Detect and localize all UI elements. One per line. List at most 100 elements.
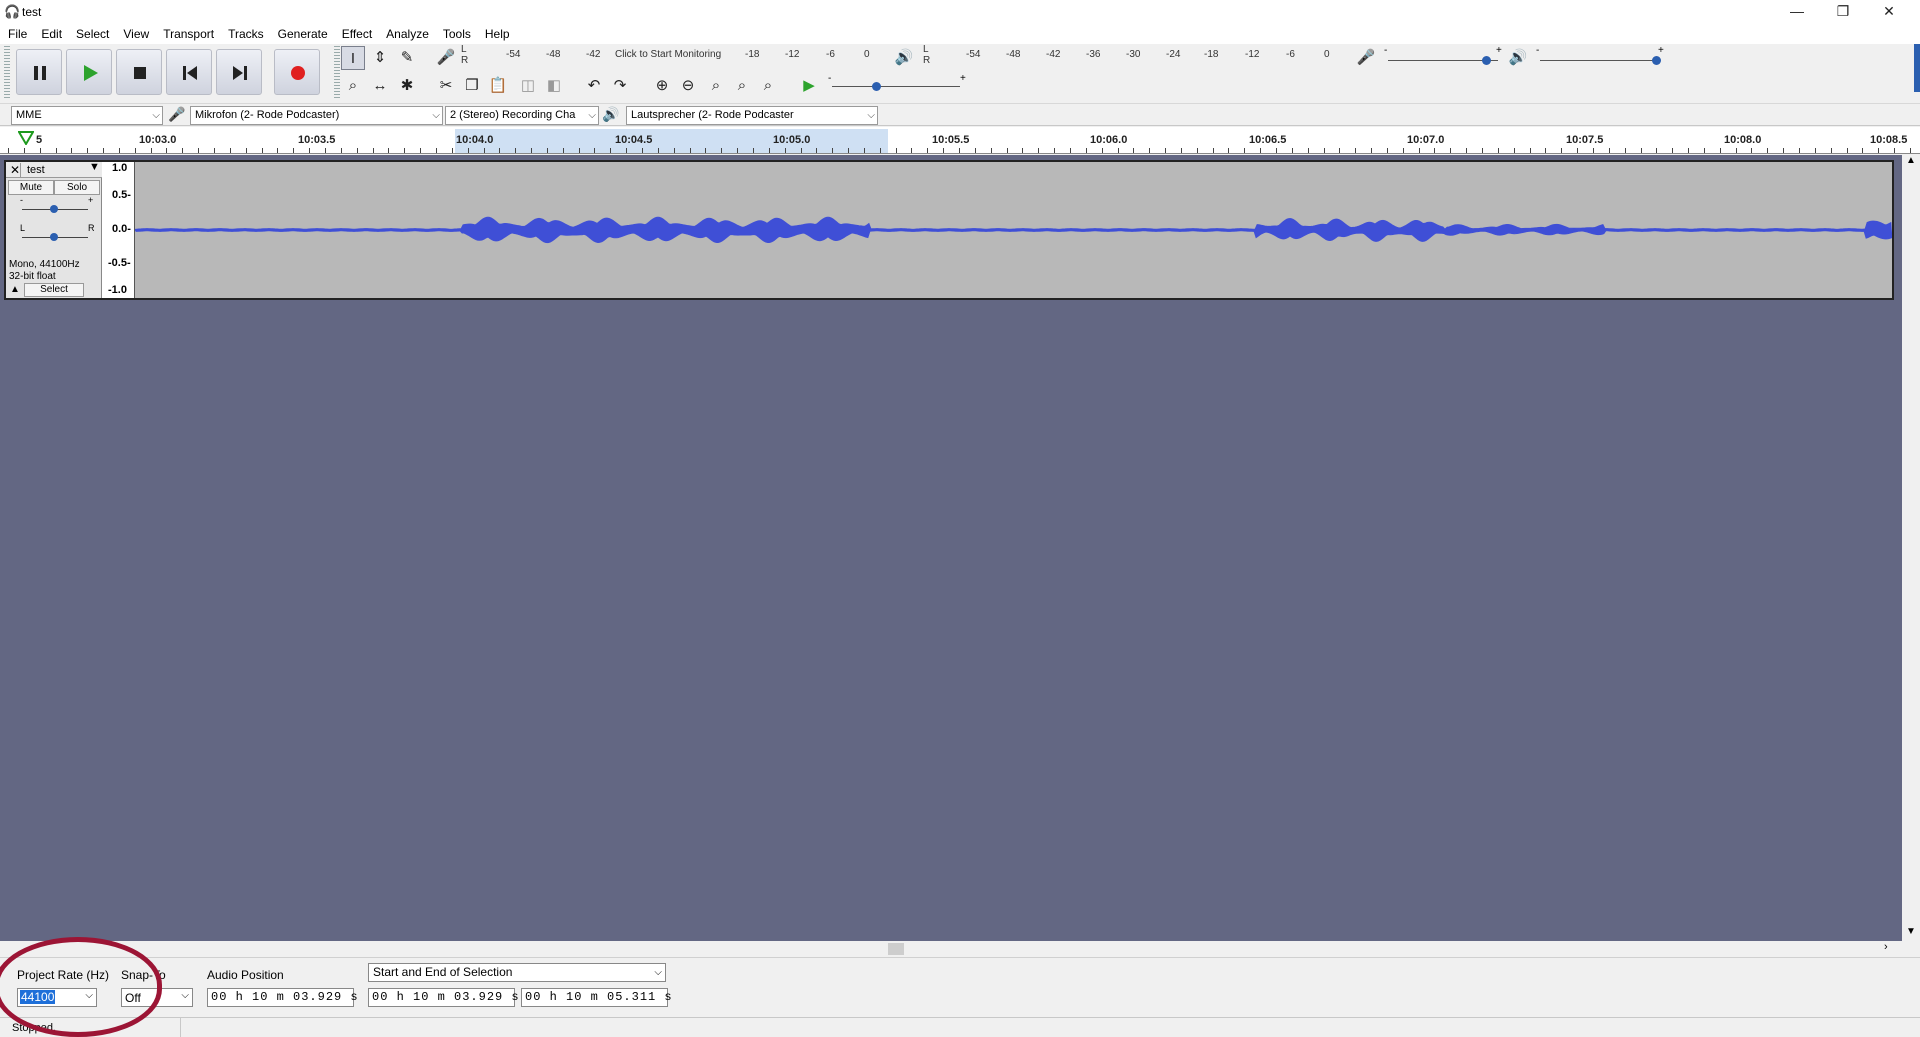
ruler-label: 10:06.5 bbox=[1249, 134, 1287, 146]
audio-position-value: 00 h 10 m 03.929 s bbox=[211, 990, 359, 1004]
menu-analyze[interactable]: Analyze bbox=[379, 24, 436, 41]
zoom-in-icon[interactable]: ⊕ bbox=[650, 74, 674, 98]
undo-icon[interactable]: ↶ bbox=[582, 74, 606, 98]
close-button[interactable]: ✕ bbox=[1866, 0, 1912, 24]
project-rate-select[interactable]: 44100 ⌵ bbox=[17, 988, 97, 1007]
menu-generate[interactable]: Generate bbox=[271, 24, 335, 41]
playback-meter-tick: -24 bbox=[1166, 49, 1181, 60]
menu-transport[interactable]: Transport bbox=[156, 24, 221, 41]
slider-thumb[interactable] bbox=[1482, 56, 1491, 65]
play-speed-slider[interactable]: - + bbox=[826, 73, 966, 96]
selection-tool-icon[interactable]: I bbox=[341, 46, 365, 70]
ruler-tick bbox=[721, 148, 722, 153]
playback-device-select[interactable]: Lautsprecher (2- Rode Podcaster ⌵ bbox=[626, 106, 878, 125]
redo-icon[interactable]: ↷ bbox=[608, 74, 632, 98]
timeline-ruler[interactable]: 5 10:03.0 10:03.5 10:04.0 10:04.5 10:05.… bbox=[0, 127, 1920, 154]
scroll-down-icon[interactable]: ▼ bbox=[1906, 926, 1916, 937]
horizontal-scroll-thumb[interactable] bbox=[888, 943, 904, 955]
start-monitoring-label[interactable]: Click to Start Monitoring bbox=[615, 49, 721, 60]
playback-meter[interactable]: L R -54 -48 -42 -36 -30 -24 -18 -12 -6 0 bbox=[920, 44, 1340, 66]
recording-volume-slider[interactable]: - + bbox=[1382, 45, 1502, 68]
status-text: Stopped. bbox=[12, 1022, 57, 1034]
gain-slider[interactable]: - + bbox=[16, 195, 96, 220]
restore-button[interactable]: ❐ bbox=[1820, 0, 1866, 24]
selection-start-field[interactable]: 00 h 10 m 03.929 s bbox=[368, 988, 519, 1007]
pan-slider[interactable]: L R bbox=[16, 223, 96, 248]
ruler-tick bbox=[1181, 148, 1182, 153]
paste-icon[interactable]: 📋 bbox=[486, 74, 510, 98]
menu-help[interactable]: Help bbox=[478, 24, 517, 41]
pause-button[interactable] bbox=[16, 49, 62, 95]
menu-tracks[interactable]: Tracks bbox=[221, 24, 271, 41]
fit-project-icon[interactable]: ⌕ bbox=[730, 74, 754, 98]
vertical-scrollbar[interactable]: ▲ ▼ bbox=[1902, 155, 1920, 941]
amplitude-scale[interactable]: 1.0 0.5- 0.0- -0.5- -1.0 bbox=[103, 162, 135, 298]
audio-position-field[interactable]: 00 h 10 m 03.929 s bbox=[207, 988, 358, 1007]
speaker-icon[interactable]: 🔊 bbox=[892, 46, 916, 70]
recording-device-select[interactable]: Mikrofon (2- Rode Podcaster) ⌵ bbox=[190, 106, 443, 125]
zoom-tool-icon[interactable]: ⌕ bbox=[341, 74, 365, 98]
playhead-triangle-icon[interactable] bbox=[18, 131, 34, 145]
menu-effect[interactable]: Effect bbox=[335, 24, 379, 41]
multi-tool-icon[interactable]: ✱ bbox=[395, 74, 419, 98]
menu-file[interactable]: File bbox=[0, 24, 34, 41]
collapse-track-icon[interactable]: ▲ bbox=[10, 284, 20, 295]
slider-plus-label: + bbox=[1496, 45, 1502, 56]
skip-to-end-button[interactable] bbox=[216, 49, 262, 95]
copy-icon[interactable]: ❐ bbox=[460, 74, 484, 98]
ruler-tick bbox=[1847, 148, 1848, 153]
play-button[interactable] bbox=[66, 49, 112, 95]
skip-to-start-button[interactable] bbox=[166, 49, 212, 95]
trim-icon[interactable]: ◫ bbox=[516, 74, 540, 98]
solo-button[interactable]: Solo bbox=[54, 180, 100, 195]
audio-track[interactable]: ✕ test ▼ Mute Solo - + L R Mono, 44100Hz… bbox=[4, 160, 1894, 300]
play-at-speed-icon[interactable]: ▶ bbox=[797, 74, 821, 98]
playback-volume-icon: 🔊 bbox=[1508, 49, 1528, 66]
ruler-tick bbox=[563, 148, 564, 153]
playback-volume-slider[interactable]: - + bbox=[1534, 45, 1664, 68]
microphone-icon[interactable]: 🎤 bbox=[434, 46, 458, 70]
scale-label: 0.0- bbox=[112, 223, 131, 235]
envelope-tool-icon[interactable]: ⇕ bbox=[368, 46, 392, 70]
waveform-display[interactable] bbox=[134, 162, 1893, 298]
gain-thumb[interactable] bbox=[50, 205, 58, 213]
stop-button[interactable] bbox=[116, 49, 162, 95]
menu-view[interactable]: View bbox=[116, 24, 156, 41]
track-name-menu[interactable]: test ▼ bbox=[20, 161, 102, 178]
draw-tool-icon[interactable]: ✎ bbox=[395, 46, 419, 70]
track-select-button[interactable]: Select bbox=[24, 283, 84, 297]
chevron-down-icon: ⌵ bbox=[85, 990, 93, 1001]
pan-thumb[interactable] bbox=[50, 233, 58, 241]
transport-toolbar-grip[interactable] bbox=[4, 46, 10, 100]
record-button[interactable] bbox=[274, 49, 320, 95]
mute-button[interactable]: Mute bbox=[8, 180, 54, 195]
minimize-button[interactable]: — bbox=[1774, 0, 1820, 24]
ruler-tick bbox=[230, 148, 231, 153]
snap-to-select[interactable]: Off ⌵ bbox=[121, 988, 193, 1007]
scroll-right-icon[interactable]: › bbox=[1884, 941, 1888, 953]
slider-thumb[interactable] bbox=[1652, 56, 1661, 65]
zoom-out-icon[interactable]: ⊖ bbox=[676, 74, 700, 98]
scroll-up-icon[interactable]: ▲ bbox=[1906, 155, 1916, 166]
horizontal-scrollbar[interactable]: › bbox=[0, 941, 1902, 957]
silence-icon[interactable]: ◧ bbox=[542, 74, 566, 98]
recording-channels-select[interactable]: 2 (Stereo) Recording Cha ⌵ bbox=[445, 106, 599, 125]
track-close-icon[interactable]: ✕ bbox=[10, 163, 20, 177]
slider-thumb[interactable] bbox=[872, 82, 881, 91]
timeshift-tool-icon[interactable]: ↔ bbox=[368, 74, 392, 98]
selection-end-field[interactable]: 00 h 10 m 05.311 s bbox=[521, 988, 672, 1007]
menu-edit[interactable]: Edit bbox=[34, 24, 69, 41]
scale-label: 0.5- bbox=[112, 189, 131, 201]
record-meter[interactable]: L R -54 -48 -42 Click to Start Monitorin… bbox=[460, 44, 880, 66]
audio-host-select[interactable]: MME ⌵ bbox=[11, 106, 163, 125]
menu-select[interactable]: Select bbox=[69, 24, 116, 41]
tools-toolbar-grip[interactable] bbox=[334, 46, 340, 100]
menu-tools[interactable]: Tools bbox=[436, 24, 478, 41]
fit-selection-icon[interactable]: ⌕ bbox=[704, 74, 728, 98]
selection-toolbar: Project Rate (Hz) 44100 ⌵ Snap-To Off ⌵ … bbox=[0, 957, 1920, 1017]
ruler-tick bbox=[864, 148, 865, 153]
track-panel[interactable]: ✕ test ▼ Mute Solo - + L R Mono, 44100Hz… bbox=[0, 155, 1902, 941]
cut-icon[interactable]: ✂ bbox=[434, 74, 458, 98]
zoom-toggle-icon[interactable]: ⌕ bbox=[756, 74, 780, 98]
selection-mode-select[interactable]: Start and End of Selection ⌵ bbox=[368, 963, 666, 982]
